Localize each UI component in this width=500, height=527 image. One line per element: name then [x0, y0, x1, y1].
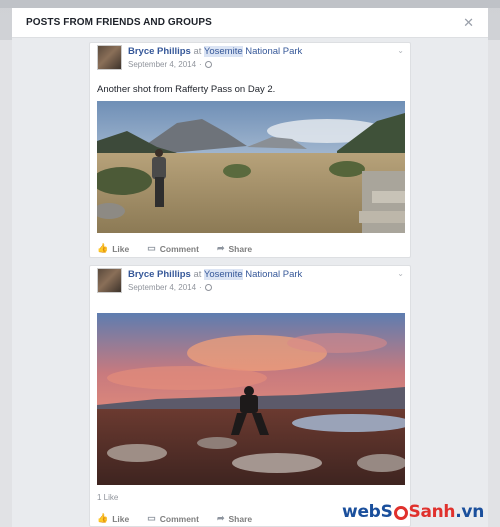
likes-count[interactable]: 1 Like: [97, 493, 118, 502]
place-highlight: Yosemite: [203, 269, 243, 280]
post-photo[interactable]: [97, 101, 405, 233]
dialog-header: POSTS FROM FRIENDS AND GROUPS ✕: [12, 8, 488, 38]
dot-separator: ·: [199, 60, 202, 69]
post-date[interactable]: September 4, 2014: [128, 283, 196, 292]
place-link[interactable]: Yosemite National Park: [203, 46, 303, 57]
watermark-part-2: S: [380, 502, 393, 522]
share-icon: ➦: [216, 513, 225, 523]
globe-icon: [204, 284, 212, 291]
posts-dialog: POSTS FROM FRIENDS AND GROUPS ✕ Bryce Ph…: [12, 8, 488, 527]
like-label: Like: [112, 243, 130, 254]
watermark-part-3: Sanh: [408, 502, 456, 522]
post-caption: Another shot from Rafferty Pass on Day 2…: [97, 84, 276, 95]
post-actions: 👍 Like ▭ Comment ➦ Share: [97, 243, 270, 254]
watermark-part-1: web: [342, 502, 381, 522]
post-card: Bryce Phillips at Yosemite National Park…: [89, 42, 411, 258]
globe-icon: [204, 61, 212, 68]
author-link[interactable]: Bryce Phillips: [128, 46, 191, 57]
chevron-down-icon[interactable]: ⌄: [397, 269, 404, 278]
post-meta: September 4, 2014 ·: [128, 60, 212, 69]
share-icon: ➦: [216, 243, 225, 253]
thumbs-up-icon: 👍: [97, 513, 109, 523]
at-text: at: [193, 46, 202, 57]
author-line: Bryce Phillips at Yosemite National Park: [128, 269, 302, 280]
share-label: Share: [228, 243, 253, 254]
place-link[interactable]: Yosemite National Park: [203, 269, 303, 280]
comment-icon: ▭: [147, 513, 156, 523]
post-actions: 👍 Like ▭ Comment ➦ Share: [97, 513, 270, 524]
background-top-bar: [0, 0, 500, 8]
comment-icon: ▭: [147, 243, 156, 253]
author-line: Bryce Phillips at Yosemite National Park: [128, 46, 302, 57]
magnifier-icon: [393, 506, 408, 520]
post-header: Bryce Phillips at Yosemite National Park…: [90, 266, 410, 298]
share-button[interactable]: ➦ Share: [217, 243, 252, 254]
comment-button[interactable]: ▭ Comment: [147, 513, 199, 524]
post-date[interactable]: September 4, 2014: [128, 60, 196, 69]
like-button[interactable]: 👍 Like: [97, 243, 129, 254]
comment-button[interactable]: ▭ Comment: [147, 243, 199, 254]
place-highlight: Yosemite: [203, 46, 243, 57]
like-label: Like: [112, 513, 130, 524]
dot-separator: ·: [199, 283, 202, 292]
watermark-part-4: .vn: [455, 502, 484, 522]
place-rest: National Park: [242, 269, 303, 280]
comment-label: Comment: [159, 513, 199, 524]
like-button[interactable]: 👍 Like: [97, 513, 129, 524]
post-meta: September 4, 2014 ·: [128, 283, 212, 292]
chevron-down-icon[interactable]: ⌄: [397, 46, 404, 55]
sunset-lake-photo: [97, 313, 405, 485]
avatar[interactable]: [97, 45, 122, 70]
hiker-meadow-photo: [97, 101, 405, 233]
comment-label: Comment: [159, 243, 199, 254]
post-photo[interactable]: [97, 313, 405, 485]
dialog-title: POSTS FROM FRIENDS AND GROUPS: [26, 17, 212, 28]
thumbs-up-icon: 👍: [97, 243, 109, 253]
websosanh-watermark: web S Sanh .vn: [342, 502, 484, 522]
share-label: Share: [228, 513, 253, 524]
avatar[interactable]: [97, 268, 122, 293]
close-icon[interactable]: ✕: [463, 16, 474, 29]
author-link[interactable]: Bryce Phillips: [128, 269, 191, 280]
share-button[interactable]: ➦ Share: [217, 513, 252, 524]
at-text: at: [193, 269, 202, 280]
post-card: Bryce Phillips at Yosemite National Park…: [89, 265, 411, 527]
place-rest: National Park: [242, 46, 303, 57]
post-header: Bryce Phillips at Yosemite National Park…: [90, 43, 410, 75]
